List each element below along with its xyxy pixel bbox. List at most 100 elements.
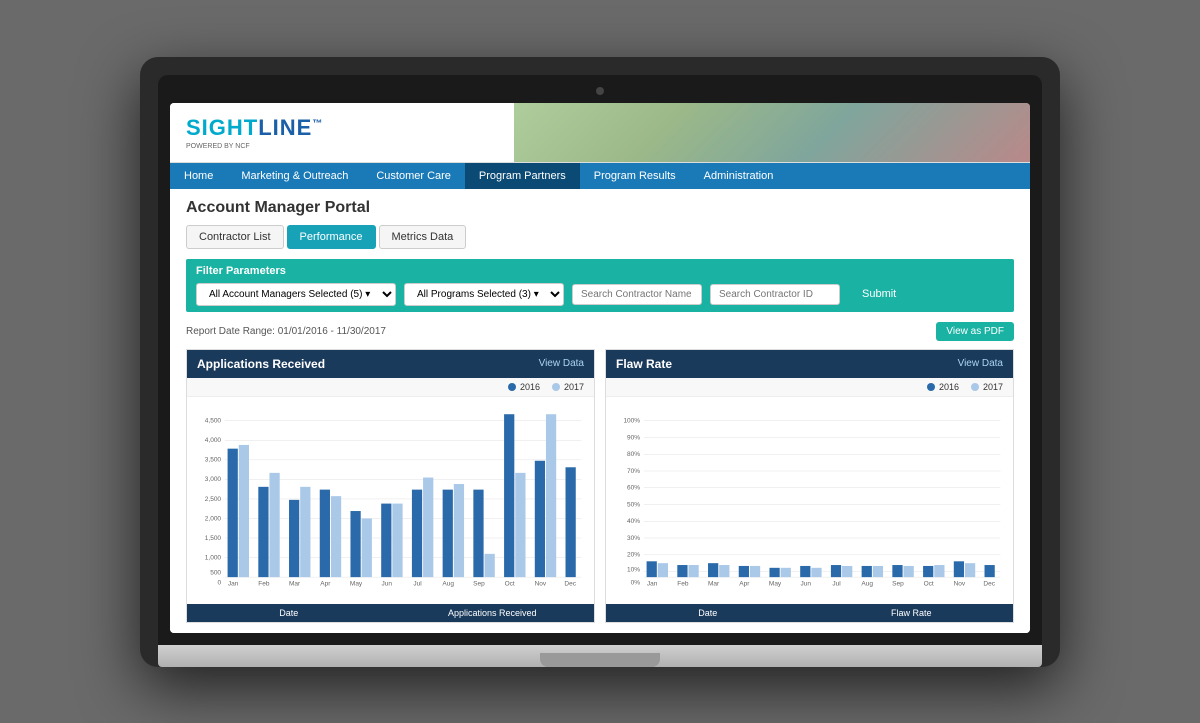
svg-text:1,500: 1,500 — [205, 534, 222, 541]
logo-powered: POWERED BY NCF — [186, 143, 323, 150]
svg-text:Jul: Jul — [413, 580, 422, 587]
svg-text:May: May — [350, 580, 363, 587]
svg-text:500: 500 — [210, 569, 221, 576]
applications-legend-2016-dot — [508, 383, 516, 391]
svg-text:40%: 40% — [627, 518, 640, 525]
svg-text:Mar: Mar — [708, 580, 720, 587]
laptop-frame: SIGHTLINE™ POWERED BY NCF Home Marketing… — [140, 57, 1060, 667]
nav-marketing[interactable]: Marketing & Outreach — [227, 163, 362, 189]
svg-text:Oct: Oct — [924, 580, 934, 587]
flaw-rate-chart: Flaw Rate View Data 2016 2017 — [605, 349, 1014, 623]
flaw-rate-legend-2016-label: 2016 — [939, 382, 959, 392]
header-background-image — [514, 103, 1030, 162]
svg-text:Aug: Aug — [442, 580, 454, 587]
tab-contractor-list[interactable]: Contractor List — [186, 225, 284, 249]
nav-program-results[interactable]: Program Results — [580, 163, 690, 189]
flaw-rate-legend-2016: 2016 — [927, 382, 959, 392]
account-managers-select[interactable]: All Account Managers Selected (5) ▾ — [196, 283, 396, 306]
app-header: SIGHTLINE™ POWERED BY NCF — [170, 103, 1030, 163]
programs-select[interactable]: All Programs Selected (3) ▾ — [404, 283, 564, 306]
flaw-rate-chart-footer: Date Flaw Rate — [606, 604, 1013, 622]
filter-section: Filter Parameters All Account Managers S… — [186, 259, 1014, 312]
applications-footer-value: Applications Received — [391, 604, 595, 622]
svg-text:0: 0 — [217, 579, 221, 586]
nav-home[interactable]: Home — [170, 163, 227, 189]
flaw-rate-chart-body: 100% 90% 80% 70% 60% 50% 40% 30% 20% 10% — [606, 397, 1013, 604]
svg-text:May: May — [769, 580, 782, 587]
svg-text:Apr: Apr — [320, 580, 331, 587]
applications-legend-2016: 2016 — [508, 382, 540, 392]
tab-performance[interactable]: Performance — [287, 225, 376, 249]
page-title: Account Manager Portal — [186, 199, 1014, 217]
logo-area: SIGHTLINE™ POWERED BY NCF — [170, 103, 339, 162]
applications-chart-svg: 4,500 4,000 3,500 3,000 2,500 2,000 1,50… — [195, 403, 586, 593]
svg-text:Mar: Mar — [289, 580, 301, 587]
flaw-rate-chart-title: Flaw Rate — [616, 357, 672, 371]
applications-chart-header: Applications Received View Data — [187, 350, 594, 378]
svg-text:Jan: Jan — [647, 580, 658, 587]
charts-row: Applications Received View Data 2016 201… — [186, 349, 1014, 623]
view-as-pdf-button[interactable]: View as PDF — [936, 322, 1014, 341]
svg-text:Jan: Jan — [228, 580, 239, 587]
applications-chart-title: Applications Received — [197, 357, 325, 371]
laptop-base — [158, 645, 1042, 667]
svg-text:Nov: Nov — [954, 580, 966, 587]
report-header: Report Date Range: 01/01/2016 - 11/30/20… — [186, 322, 1014, 341]
tab-metrics-data[interactable]: Metrics Data — [379, 225, 467, 249]
svg-text:Nov: Nov — [535, 580, 547, 587]
svg-text:90%: 90% — [627, 434, 640, 441]
applications-view-data-link[interactable]: View Data — [539, 358, 584, 369]
svg-text:1,000: 1,000 — [205, 554, 222, 561]
svg-text:2,000: 2,000 — [205, 515, 222, 522]
contractor-id-input[interactable] — [710, 284, 840, 305]
logo: SIGHTLINE™ — [186, 115, 323, 141]
svg-text:3,500: 3,500 — [205, 456, 222, 463]
screen: SIGHTLINE™ POWERED BY NCF Home Marketing… — [170, 103, 1030, 633]
svg-text:10%: 10% — [627, 566, 640, 573]
applications-chart-legend: 2016 2017 — [187, 378, 594, 397]
svg-text:Dec: Dec — [564, 580, 576, 587]
svg-text:50%: 50% — [627, 501, 640, 508]
nav-customer-care[interactable]: Customer Care — [362, 163, 465, 189]
flaw-rate-legend-2016-dot — [927, 383, 935, 391]
svg-text:100%: 100% — [623, 417, 640, 424]
svg-text:Jun: Jun — [382, 580, 393, 587]
applications-legend-2017-dot — [552, 383, 560, 391]
nav-bar: Home Marketing & Outreach Customer Care … — [170, 163, 1030, 189]
svg-text:30%: 30% — [627, 534, 640, 541]
svg-text:Aug: Aug — [861, 580, 873, 587]
screen-bezel: SIGHTLINE™ POWERED BY NCF Home Marketing… — [158, 75, 1042, 645]
filter-title: Filter Parameters — [196, 265, 1004, 277]
svg-text:Feb: Feb — [258, 580, 270, 587]
flaw-rate-chart-header: Flaw Rate View Data — [606, 350, 1013, 378]
nav-program-partners[interactable]: Program Partners — [465, 163, 580, 189]
contractor-name-input[interactable] — [572, 284, 702, 305]
svg-text:0%: 0% — [631, 579, 641, 586]
content-area: Account Manager Portal Contractor List P… — [170, 189, 1030, 633]
submit-button[interactable]: Submit — [848, 284, 910, 304]
applications-chart: Applications Received View Data 2016 201… — [186, 349, 595, 623]
applications-legend-2017-label: 2017 — [564, 382, 584, 392]
report-date-range: Report Date Range: 01/01/2016 - 11/30/20… — [186, 326, 386, 337]
svg-text:20%: 20% — [627, 551, 640, 558]
flaw-rate-legend-2017-label: 2017 — [983, 382, 1003, 392]
nav-administration[interactable]: Administration — [690, 163, 788, 189]
flaw-rate-chart-legend: 2016 2017 — [606, 378, 1013, 397]
svg-text:2,500: 2,500 — [205, 495, 222, 502]
svg-text:Sep: Sep — [473, 580, 485, 587]
svg-text:Dec: Dec — [983, 580, 995, 587]
svg-text:4,000: 4,000 — [205, 437, 222, 444]
flaw-rate-legend-2017-dot — [971, 383, 979, 391]
flaw-rate-footer-date: Date — [606, 604, 810, 622]
svg-text:Apr: Apr — [739, 580, 750, 587]
applications-legend-2016-label: 2016 — [520, 382, 540, 392]
flaw-rate-view-data-link[interactable]: View Data — [958, 358, 1003, 369]
filter-controls: All Account Managers Selected (5) ▾ All … — [196, 283, 1004, 306]
svg-text:70%: 70% — [627, 467, 640, 474]
flaw-rate-chart-svg: 100% 90% 80% 70% 60% 50% 40% 30% 20% 10% — [614, 403, 1005, 593]
svg-text:3,000: 3,000 — [205, 476, 222, 483]
applications-footer-date: Date — [187, 604, 391, 622]
flaw-rate-footer-value: Flaw Rate — [810, 604, 1014, 622]
svg-text:Feb: Feb — [677, 580, 689, 587]
svg-text:Oct: Oct — [505, 580, 515, 587]
